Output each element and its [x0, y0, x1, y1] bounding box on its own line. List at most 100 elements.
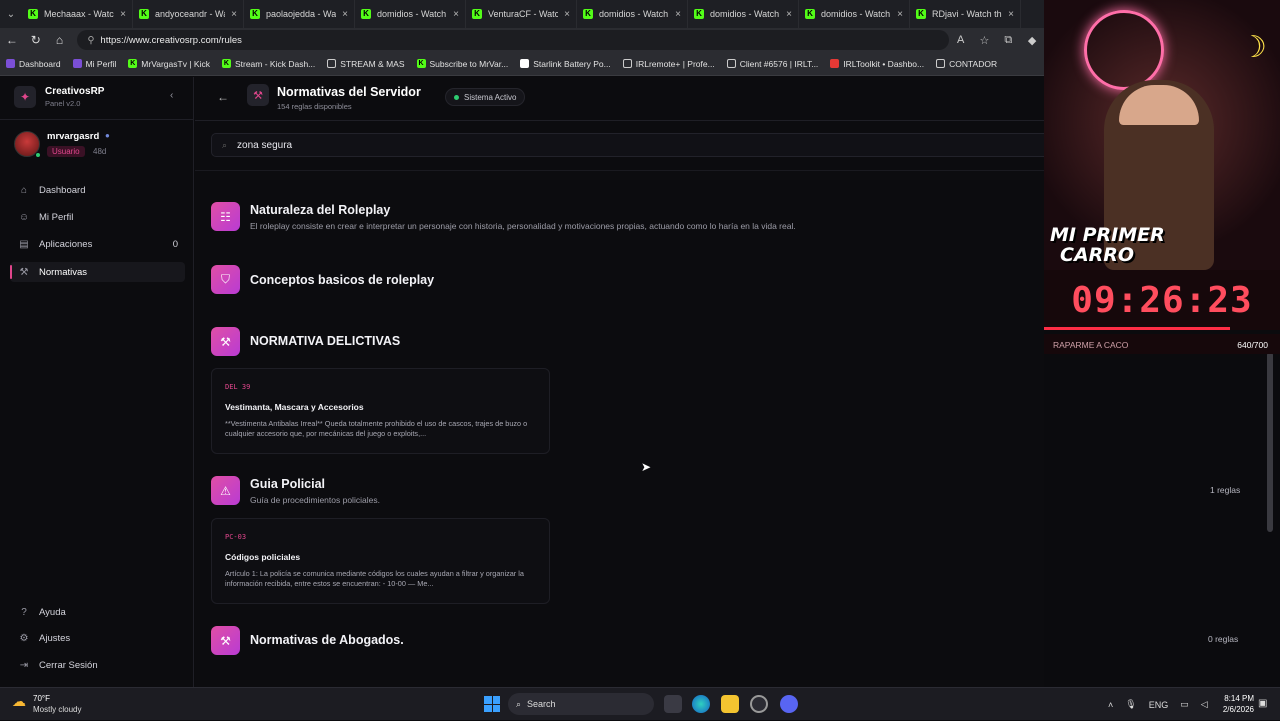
bookmark-folder-stream-mas[interactable]: STREAM & MAS [321, 59, 410, 69]
browser-tab-strip: ⌄ KMechaaax - Watch t×Kandyoceandr - Wat… [0, 0, 1044, 28]
bookmark-mi-perfil[interactable]: Mi Perfil [67, 59, 123, 69]
close-icon[interactable]: × [342, 9, 348, 20]
clock-time[interactable]: 8:14 PM [1222, 694, 1254, 703]
file-explorer-icon[interactable] [721, 695, 739, 713]
volume-icon[interactable]: ◁ [1201, 699, 1208, 710]
chevron-up-icon[interactable]: ˄ [1108, 700, 1113, 710]
close-icon[interactable]: × [120, 9, 126, 20]
close-icon[interactable]: × [1008, 9, 1014, 20]
browser-tab[interactable]: Kpaolaojedda - Watc × [244, 0, 355, 28]
rule-card[interactable]: PC-03 Códigos policiales Artículo 1: La … [211, 518, 550, 604]
username: mrvargasrd [47, 131, 100, 142]
language-indicator[interactable]: ENG [1149, 700, 1169, 710]
bookmark-label: MrVargasTv | Kick [141, 58, 210, 69]
bookmark-label: STREAM & MAS [340, 58, 405, 69]
section-title[interactable]: Normativas de Abogados. [250, 633, 404, 647]
bookmark-contador[interactable]: CONTADOR [930, 59, 1003, 69]
system-tray: ˄ 🎙 ENG ▭ ◁ [1108, 688, 1208, 721]
edge-icon[interactable] [692, 695, 710, 713]
sidebar-item-ayuda[interactable]: ? Ayuda [10, 602, 185, 622]
weather-temp[interactable]: 70°F [33, 694, 50, 703]
kick-icon: K [221, 59, 231, 68]
page-scrollbar[interactable] [1267, 352, 1273, 532]
bookmark-irlremote[interactable]: IRLremote+ | Profe... [617, 59, 721, 69]
kick-icon: K [28, 9, 38, 19]
close-icon[interactable]: × [897, 9, 903, 20]
read-aloud-icon[interactable]: A [949, 34, 973, 46]
kick-icon: K [416, 59, 426, 68]
bookmark-client[interactable]: Client #6576 | IRLT... [721, 59, 825, 69]
refresh-icon[interactable]: ↻ [24, 33, 48, 47]
section-title[interactable]: Conceptos basicos de roleplay [250, 273, 434, 287]
back-icon[interactable]: ← [0, 33, 24, 47]
browser-tab[interactable]: Kdomidios - Watch t × [355, 0, 466, 28]
bookmark-dashboard[interactable]: Dashboard [0, 59, 67, 69]
close-icon[interactable]: × [675, 9, 681, 20]
overlay-title-line1: MI PRIMER [1050, 224, 1165, 246]
bookmark-irltoolkit[interactable]: IRLToolkit • Dashbo... [824, 59, 930, 69]
status-dot [454, 94, 459, 100]
browser-tab[interactable]: Kdomidios - Watch t × [799, 0, 910, 28]
search-input[interactable] [237, 139, 938, 151]
browser-tab[interactable]: Kdomidios - Watch t × [688, 0, 799, 28]
sidebar-item-dashboard[interactable]: ⌂ Dashboard [10, 180, 185, 200]
network-icon[interactable]: ▭ [1180, 699, 1189, 710]
sidebar-item-cerrar-sesion[interactable]: ⇥ Cerrar Sesión [10, 655, 185, 675]
browser-tab[interactable]: Kdomidios - Watch t × [577, 0, 688, 28]
clock-date[interactable]: 2/6/2026 [1214, 705, 1254, 714]
sidebar-item-normativas[interactable]: ⚒ Normativas [10, 262, 185, 282]
close-icon[interactable]: × [453, 9, 459, 20]
browser-tab[interactable]: K RDjavi - Watch the × [910, 0, 1021, 28]
browser-tab[interactable]: K Mechaaax - Watch t × [22, 0, 133, 28]
tab-label: Mechaaax - Watch t [44, 9, 114, 19]
extension-icon[interactable]: ◆ [1020, 34, 1044, 47]
microphone-icon[interactable]: 🎙 [1125, 699, 1136, 710]
discord-icon[interactable] [780, 695, 798, 713]
siren-icon: ⚠ [211, 476, 240, 505]
sidebar-item-label: Normativas [39, 266, 88, 278]
gavel-icon: ⚒ [211, 327, 240, 356]
banana-icon: ☽ [1240, 31, 1267, 64]
sidebar-item-mi-perfil[interactable]: ☺ Mi Perfil [10, 207, 185, 227]
windows-taskbar: ☁ 70°F Mostly cloudy ⌕ Search ˄ 🎙 ENG ▭ … [0, 687, 1280, 720]
app-icon[interactable] [750, 695, 768, 713]
sidebar-item-aplicaciones[interactable]: ▤ Aplicaciones 0 [10, 234, 185, 254]
rule-code: PC-03 [225, 533, 247, 541]
collapse-sidebar-icon[interactable]: ‹ [170, 90, 173, 101]
home-icon[interactable]: ⌂ [48, 33, 72, 47]
kick-icon: K [805, 9, 815, 19]
weather-icon[interactable]: ☁ [12, 693, 30, 709]
globe-icon [936, 59, 946, 68]
browser-tab[interactable]: Kandyoceandr - Watc × [133, 0, 244, 28]
bookmark-mrvargastv-kick[interactable]: K MrVargasTv | Kick [122, 59, 216, 69]
taskbar-search[interactable]: ⌕ Search [508, 693, 654, 715]
search-bar[interactable]: ⌕ [211, 133, 1044, 157]
url-field[interactable]: ⚲ https://www.creativosrp.com/rules [77, 30, 949, 50]
kick-icon: K [694, 9, 704, 19]
section-title[interactable]: Naturaleza del Roleplay [250, 203, 390, 217]
close-icon[interactable]: × [231, 9, 237, 20]
task-view-icon[interactable] [664, 695, 682, 713]
split-screen-icon[interactable]: ⧉ [996, 34, 1020, 47]
notification-icon[interactable]: ▣ [1258, 698, 1267, 709]
close-icon[interactable]: × [786, 9, 792, 20]
folder-icon [327, 59, 337, 68]
shield-icon: ⛉ [211, 265, 240, 294]
section-title[interactable]: Guia Policial [250, 477, 325, 491]
bookmark-stream-kick-dash[interactable]: K Stream - Kick Dash... [216, 59, 321, 69]
close-icon[interactable]: × [564, 9, 570, 20]
tab-actions-icon[interactable]: ⌄ [0, 0, 22, 28]
section-title[interactable]: NORMATIVA DELICTIVAS [250, 334, 400, 348]
bookmark-label: Dashboard [19, 58, 61, 69]
sidebar-item-ajustes[interactable]: ⚙ Ajustes [10, 628, 185, 648]
bookmark-starlink[interactable]: Starlink Battery Po... [514, 59, 616, 69]
windows-start-icon[interactable] [484, 696, 500, 712]
back-arrow-icon[interactable]: ← [217, 90, 229, 104]
browser-tab[interactable]: K VenturaCF - Watch t × [466, 0, 577, 28]
bookmark-subscribe[interactable]: K Subscribe to MrVar... [411, 59, 515, 69]
weather-desc[interactable]: Mostly cloudy [33, 705, 81, 714]
rule-card[interactable]: DEL 39 Vestimanta, Mascara y Accesorios … [211, 368, 550, 454]
site-info-icon[interactable]: ⚲ [87, 35, 94, 46]
favorite-star-icon[interactable]: ☆ [973, 34, 997, 47]
url-text[interactable]: https://www.creativosrp.com/rules [100, 35, 242, 46]
